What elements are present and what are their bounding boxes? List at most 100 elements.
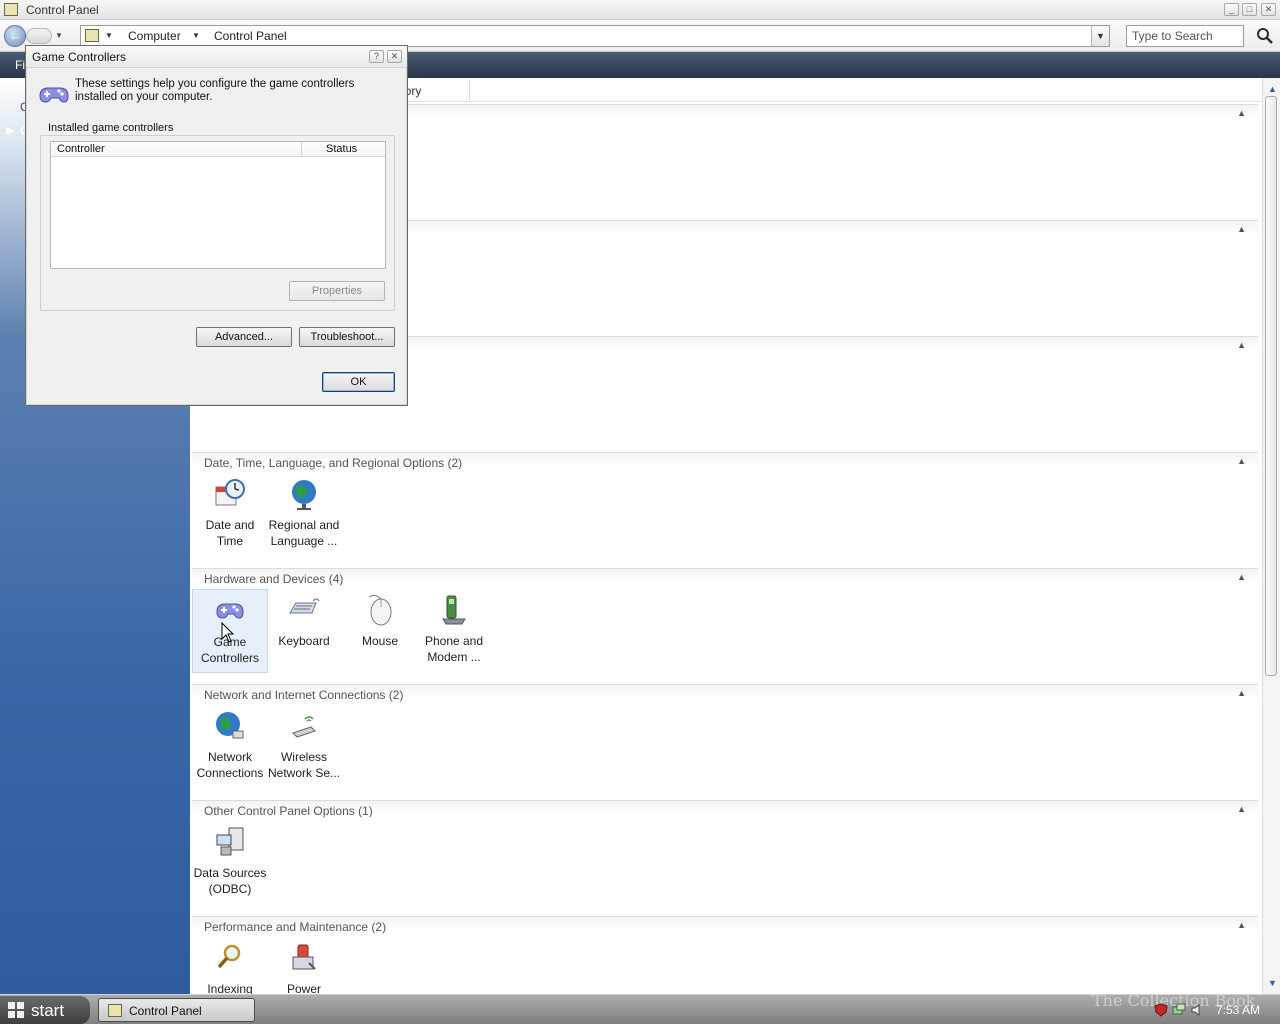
ok-button[interactable]: OK <box>322 372 395 392</box>
troubleshoot-button[interactable]: Troubleshoot... <box>299 327 395 347</box>
category-group-hardware: Hardware and Devices (4) ▲ Game Controll… <box>192 568 1258 682</box>
back-arrow-icon: ← <box>9 28 22 43</box>
chevron-down-icon[interactable]: ▼ <box>192 31 200 40</box>
history-dropdown-icon[interactable]: ▼ <box>55 31 63 40</box>
collapse-icon[interactable]: ▲ <box>1237 340 1246 350</box>
scroll-down-icon[interactable]: ▼ <box>1268 978 1277 988</box>
category-group-other: Other Control Panel Options (1) ▲ Data S… <box>192 800 1258 914</box>
menu-file[interactable]: Fi <box>15 58 25 72</box>
item-mouse[interactable]: Mouse <box>342 589 418 673</box>
group-title: Performance and Maintenance (2) <box>204 920 387 934</box>
game-controllers-dialog: Game Controllers ? ✕ These settings help… <box>25 45 408 406</box>
breadcrumb-computer[interactable]: Computer <box>128 29 181 43</box>
address-field[interactable]: ▼ Computer ▼ Control Panel ▼ <box>80 25 1110 47</box>
item-label: Power <box>286 982 321 994</box>
item-indexing[interactable]: Indexing <box>192 937 268 994</box>
network-globe-icon <box>216 712 244 739</box>
dialog-description: These settings help you configure the ga… <box>75 78 355 103</box>
advanced-button[interactable]: Advanced... <box>196 327 292 347</box>
category-group-performance: Performance and Maintenance (2) ▲ Indexi… <box>192 916 1258 994</box>
category-group-network: Network and Internet Connections (2) ▲ N… <box>192 684 1258 798</box>
item-network-connections[interactable]: Network Connections <box>192 705 268 789</box>
mouse-cursor-icon <box>221 622 235 643</box>
installed-controllers-label: Installed game controllers <box>47 122 175 134</box>
item-data-sources[interactable]: Data Sources (ODBC) <box>192 821 268 905</box>
collapse-icon[interactable]: ▲ <box>1237 224 1246 234</box>
scroll-thumb[interactable] <box>1265 96 1277 676</box>
volume-icon[interactable] <box>1190 1003 1204 1017</box>
item-label: Phone and Modem ... <box>424 634 484 664</box>
start-button[interactable]: start <box>0 996 90 1024</box>
item-label: Regional and Language ... <box>268 518 340 548</box>
vertical-scrollbar[interactable]: ▲ ▼ <box>1262 78 1280 994</box>
control-panel-icon <box>4 3 18 16</box>
clock[interactable]: 7:53 AM <box>1216 1003 1260 1017</box>
collapse-icon[interactable]: ▲ <box>1237 456 1246 466</box>
start-label: start <box>31 1001 65 1020</box>
collapse-icon[interactable]: ▲ <box>1237 108 1246 118</box>
help-button[interactable]: ? <box>369 50 384 63</box>
collapse-icon[interactable]: ▲ <box>1237 688 1246 698</box>
security-shield-icon[interactable] <box>1154 1003 1168 1017</box>
search-input[interactable]: Type to Search <box>1126 25 1244 47</box>
properties-button[interactable]: Properties <box>289 281 385 301</box>
collapse-icon[interactable]: ▲ <box>1237 920 1246 930</box>
item-label: Mouse <box>361 634 399 648</box>
search-icon[interactable] <box>1256 27 1274 45</box>
scroll-up-icon[interactable]: ▲ <box>1268 84 1277 94</box>
item-phone-and-modem[interactable]: Phone and Modem ... <box>416 589 492 673</box>
group-title: Network and Internet Connections (2) <box>204 688 404 702</box>
clock-calendar-icon <box>215 479 245 506</box>
chevron-down-icon[interactable]: ▼ <box>105 31 113 40</box>
database-icon <box>216 827 244 856</box>
back-button[interactable]: ← <box>4 25 26 47</box>
expand-arrow-icon[interactable]: ▶ <box>6 124 14 137</box>
gamepad-icon <box>39 87 69 103</box>
minimize-button[interactable]: _ <box>1224 3 1239 16</box>
windows-logo-icon <box>8 1002 24 1018</box>
forward-button[interactable] <box>26 28 52 44</box>
item-date-and-time[interactable]: Date and Time <box>192 473 268 557</box>
group-title: Date, Time, Language, and Regional Optio… <box>204 456 463 470</box>
item-wireless-network[interactable]: Wireless Network Se... <box>266 705 342 789</box>
item-power[interactable]: Power <box>266 937 342 994</box>
item-label: Date and Time <box>205 518 255 548</box>
item-keyboard[interactable]: Keyboard <box>266 589 342 673</box>
column-controller[interactable]: Controller <box>57 143 105 155</box>
network-tray-icon[interactable] <box>1172 1003 1186 1017</box>
item-regional-and-language[interactable]: Regional and Language ... <box>266 473 342 557</box>
power-icon <box>292 944 316 970</box>
system-tray: 7:53 AM <box>1148 998 1280 1022</box>
item-label: Keyboard <box>278 634 330 648</box>
keyboard-icon <box>289 598 320 614</box>
globe-icon <box>292 480 316 510</box>
item-label: Data Sources (ODBC) <box>193 866 267 896</box>
mouse-icon <box>368 594 392 626</box>
item-label: Network Connections <box>196 750 264 780</box>
group-title: Other Control Panel Options (1) <box>204 804 373 818</box>
column-separator[interactable] <box>469 80 470 100</box>
taskbar-item-control-panel[interactable]: Control Panel <box>98 998 255 1022</box>
phone-icon <box>442 595 466 625</box>
close-button[interactable]: ✕ <box>1261 3 1276 16</box>
collapse-icon[interactable]: ▲ <box>1237 804 1246 814</box>
collapse-icon[interactable]: ▲ <box>1237 572 1246 582</box>
group-title: Hardware and Devices (4) <box>204 572 344 586</box>
address-dropdown-button[interactable]: ▼ <box>1091 26 1109 46</box>
wireless-icon <box>292 716 316 738</box>
item-label: Wireless Network Se... <box>267 750 341 780</box>
control-panel-icon <box>85 29 99 42</box>
column-status[interactable]: Status <box>326 143 357 155</box>
controllers-list[interactable]: Controller Status <box>50 141 386 269</box>
column-separator[interactable] <box>301 142 302 157</box>
taskbar-item-label: Control Panel <box>129 1004 202 1018</box>
category-group-date-time: Date, Time, Language, and Regional Optio… <box>192 452 1258 566</box>
taskbar: start Control Panel The Collection Book … <box>0 991 1280 1024</box>
item-label: Indexing <box>207 982 253 994</box>
window-title: Control Panel <box>26 3 99 17</box>
control-panel-icon <box>108 1004 122 1017</box>
dialog-close-button[interactable]: ✕ <box>387 50 402 63</box>
list-header: Controller Status <box>51 142 385 157</box>
maximize-button[interactable]: □ <box>1242 3 1257 16</box>
breadcrumb-control-panel[interactable]: Control Panel <box>214 29 287 43</box>
